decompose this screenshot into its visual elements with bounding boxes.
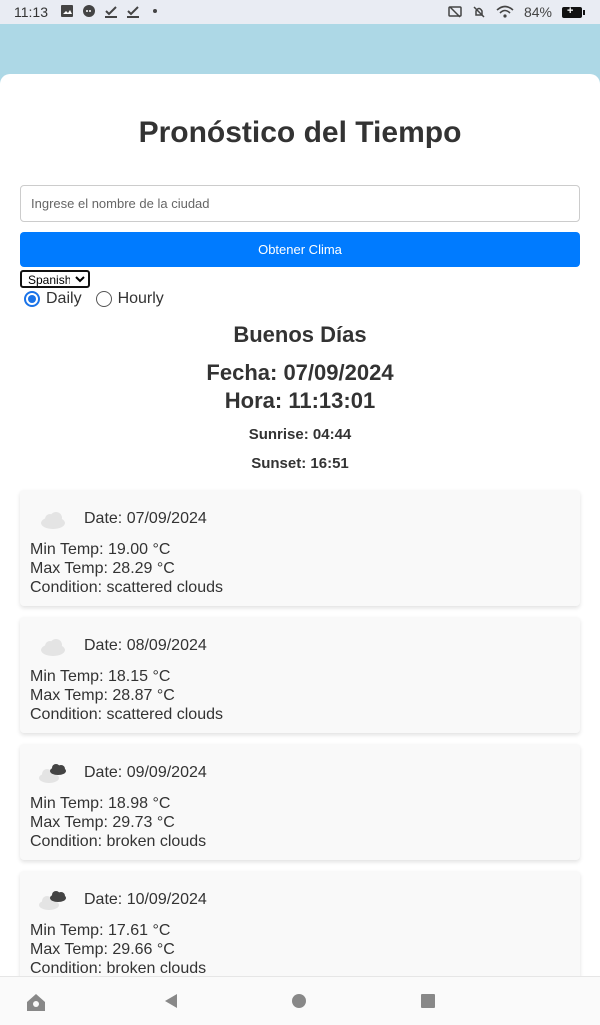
image-icon (61, 5, 73, 17)
notification-icons (60, 4, 162, 18)
forecast-item: Date: 10/09/2024 Min Temp: 17.61 °C Max … (20, 871, 580, 976)
navigation-bar (0, 976, 600, 1025)
wifi-icon (496, 5, 514, 18)
battery-percent: 84% (523, 4, 552, 20)
status-bar: 11:13 84% + (0, 0, 600, 24)
forecast-min-temp: Min Temp: 17.61 °C (30, 922, 171, 939)
forecast-date: Date: 09/09/2024 (84, 764, 207, 781)
forecast-min-temp: Min Temp: 18.15 °C (30, 668, 171, 685)
broken-clouds-icon (39, 891, 66, 910)
scattered-clouds-icon (41, 512, 65, 529)
city-input[interactable] (20, 185, 580, 222)
forecast-max-temp: Max Temp: 28.87 °C (30, 687, 175, 704)
sunrise-text: Sunrise: 04:44 (248, 426, 352, 443)
hourly-radio[interactable] (95, 291, 112, 307)
forecast-condition: Condition: broken clouds (30, 833, 207, 850)
get-weather-button[interactable]: Obtener Clima (20, 232, 580, 267)
forecast-max-temp: Max Temp: 29.73 °C (30, 814, 175, 831)
time-heading: Hora: 11:13:01 (224, 388, 376, 413)
language-select[interactable]: Spanish (20, 270, 90, 288)
chat-icon (83, 5, 95, 17)
forecast-item: Date: 07/09/2024 Min Temp: 19.00 °C Max … (20, 490, 580, 606)
check-icon (105, 6, 117, 18)
back-icon[interactable] (162, 992, 180, 1010)
check-icon (127, 6, 139, 18)
forecast-date: Date: 07/09/2024 (84, 510, 207, 527)
forecast-item: Date: 09/09/2024 Min Temp: 18.98 °C Max … (20, 744, 580, 860)
forecast-min-temp: Min Temp: 19.00 °C (30, 541, 171, 558)
forecast-max-temp: Max Temp: 28.29 °C (30, 560, 175, 577)
hourly-radio-label[interactable]: Hourly (118, 290, 164, 308)
battery-icon: + (562, 5, 585, 18)
forecast-condition: Condition: broken clouds (30, 960, 207, 976)
home-circle-icon[interactable] (291, 993, 307, 1009)
page-title: Pronóstico del Tiempo (138, 116, 462, 149)
dot-icon (153, 9, 157, 13)
forecast-mode-group: Daily Hourly (24, 290, 178, 308)
forecast-condition: Condition: scattered clouds (30, 706, 223, 723)
greeting-text: Buenos Días (233, 322, 367, 347)
forecast-date: Date: 10/09/2024 (84, 891, 207, 908)
forecast-date: Date: 08/09/2024 (84, 637, 207, 654)
recents-icon[interactable] (420, 993, 436, 1009)
cast-icon (448, 6, 462, 18)
forecast-condition: Condition: scattered clouds (30, 579, 223, 596)
scattered-clouds-icon (41, 639, 65, 656)
daily-radio[interactable] (24, 291, 40, 307)
sunset-text: Sunset: 16:51 (251, 455, 349, 472)
bell-off-icon (473, 6, 485, 18)
forecast-min-temp: Min Temp: 18.98 °C (30, 795, 171, 812)
status-time: 11:13 (14, 4, 48, 20)
forecast-item: Date: 08/09/2024 Min Temp: 18.15 °C Max … (20, 617, 580, 733)
system-icons: 84% + (448, 4, 585, 20)
daily-radio-label[interactable]: Daily (46, 290, 82, 308)
broken-clouds-icon (39, 764, 66, 783)
date-heading: Fecha: 07/09/2024 (206, 360, 394, 385)
home-icon[interactable] (25, 991, 47, 1013)
forecast-max-temp: Max Temp: 29.66 °C (30, 941, 175, 958)
weather-card: Pronóstico del Tiempo Obtener Clima Span… (0, 74, 600, 976)
